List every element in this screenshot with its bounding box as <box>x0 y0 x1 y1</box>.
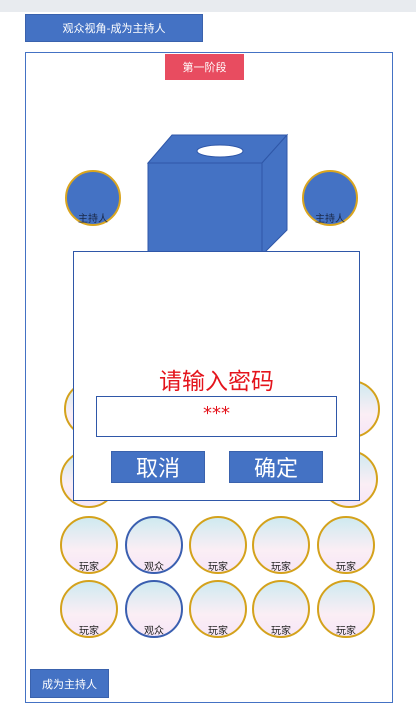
confirm-button[interactable]: 确定 <box>229 451 323 483</box>
seat-label: 玩家 <box>79 562 99 573</box>
stage-badge: 第一阶段 <box>165 54 244 80</box>
seat-row3-2[interactable]: 观众 <box>125 516 183 574</box>
become-host-button[interactable]: 成为主持人 <box>30 669 109 698</box>
seat-label: 玩家 <box>336 626 356 637</box>
host-seat-label: 主持人 <box>78 214 108 225</box>
host-seat-label: 主持人 <box>315 214 345 225</box>
host-seat-right[interactable]: 主持人 <box>302 170 358 226</box>
seat-row3-3[interactable]: 玩家 <box>189 516 247 574</box>
seat-row3-4[interactable]: 玩家 <box>252 516 310 574</box>
seat-row4-2[interactable]: 观众 <box>125 580 183 638</box>
password-dialog: 请输入密码 *** 取消 确定 <box>73 251 360 501</box>
seat-row4-4[interactable]: 玩家 <box>252 580 310 638</box>
seat-row4-3[interactable]: 玩家 <box>189 580 247 638</box>
seat-label: 玩家 <box>271 626 291 637</box>
host-seat-left[interactable]: 主持人 <box>65 170 121 226</box>
seat-row4-1[interactable]: 玩家 <box>60 580 118 638</box>
seat-label: 玩家 <box>79 626 99 637</box>
cancel-button[interactable]: 取消 <box>111 451 205 483</box>
seat-label: 玩家 <box>208 562 228 573</box>
seat-row4-5[interactable]: 玩家 <box>317 580 375 638</box>
seat-label: 观众 <box>144 562 164 573</box>
dialog-title: 请输入密码 <box>159 369 274 395</box>
password-input[interactable]: *** <box>96 396 337 437</box>
lottery-box-icon <box>146 133 289 255</box>
view-title-button[interactable]: 观众视角-成为主持人 <box>25 14 203 42</box>
seat-label: 玩家 <box>271 562 291 573</box>
seat-row3-5[interactable]: 玩家 <box>317 516 375 574</box>
seat-label: 玩家 <box>208 626 228 637</box>
top-strip <box>0 0 416 12</box>
seat-label: 玩家 <box>336 562 356 573</box>
seat-row3-1[interactable]: 玩家 <box>60 516 118 574</box>
seat-label: 观众 <box>144 626 164 637</box>
